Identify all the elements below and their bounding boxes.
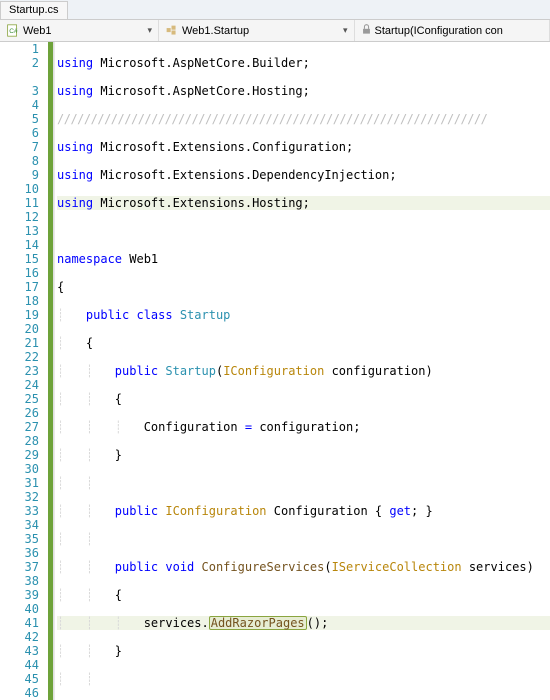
line-number: 12 — [0, 210, 39, 224]
line-number: 46 — [0, 686, 39, 700]
class-selector[interactable]: Web1.Startup ▾ — [159, 20, 355, 41]
code-area[interactable]: using Microsoft.AspNetCore.Builder; usin… — [54, 42, 550, 700]
line-number: 23 — [0, 364, 39, 378]
line-number: 20 — [0, 322, 39, 336]
line-number: 9 — [0, 168, 39, 182]
line-number: 3 — [0, 84, 39, 98]
line-number: 10 — [0, 182, 39, 196]
line-number: 11 — [0, 196, 39, 210]
line-number: 39 — [0, 588, 39, 602]
line-number: 38 — [0, 574, 39, 588]
line-number: 26 — [0, 406, 39, 420]
line-number: 35 — [0, 532, 39, 546]
change-tracking-bar — [48, 42, 53, 700]
project-selector[interactable]: C# Web1 ▾ — [0, 20, 159, 41]
chevron-down-icon: ▾ — [343, 25, 348, 36]
line-number: 34 — [0, 518, 39, 532]
line-number: 6 — [0, 126, 39, 140]
line-number: 29 — [0, 448, 39, 462]
line-number: 43 — [0, 644, 39, 658]
line-number: 5 — [0, 112, 39, 126]
chevron-down-icon: ▾ — [147, 25, 152, 36]
line-number: 8 — [0, 154, 39, 168]
line-number: 19 — [0, 308, 39, 322]
line-number: 24 — [0, 378, 39, 392]
file-tab[interactable]: Startup.cs — [0, 1, 68, 19]
line-number: 13 — [0, 224, 39, 238]
line-number: 21 — [0, 336, 39, 350]
line-number: 30 — [0, 462, 39, 476]
code-editor[interactable]: 1 2 3 4 5 6 7 8 9 10 11 12 13 14 15 16 1… — [0, 42, 550, 700]
line-number: 41 — [0, 616, 39, 630]
line-number: 1 — [0, 42, 39, 56]
line-number: 14 — [0, 238, 39, 252]
project-name: Web1 — [23, 25, 52, 37]
line-number: 44 — [0, 658, 39, 672]
class-icon — [165, 24, 178, 37]
line-number: 2 — [0, 56, 39, 70]
line-number: 42 — [0, 630, 39, 644]
line-number: 31 — [0, 476, 39, 490]
line-number: 36 — [0, 546, 39, 560]
lock-icon — [361, 24, 372, 38]
line-number: 32 — [0, 490, 39, 504]
member-selector[interactable]: Startup(IConfiguration con — [355, 20, 550, 41]
line-number: 33 — [0, 504, 39, 518]
class-name: Web1.Startup — [182, 25, 249, 37]
line-number-gutter: 1 2 3 4 5 6 7 8 9 10 11 12 13 14 15 16 1… — [0, 42, 54, 700]
svg-text:C#: C# — [9, 28, 18, 35]
file-tab-label: Startup.cs — [9, 4, 59, 16]
diff-highlight: AddRazorPages — [209, 616, 307, 630]
line-number: 27 — [0, 420, 39, 434]
line-number: 45 — [0, 672, 39, 686]
line-number: 25 — [0, 392, 39, 406]
navigation-bar: C# Web1 ▾ Web1.Startup ▾ Startup(IConfig… — [0, 20, 550, 42]
line-number: 15 — [0, 252, 39, 266]
line-number: 17 — [0, 280, 39, 294]
member-name: Startup(IConfiguration con — [375, 25, 503, 37]
document-tab-bar: Startup.cs — [0, 0, 550, 20]
line-number: 22 — [0, 350, 39, 364]
line-number: 16 — [0, 266, 39, 280]
line-number: 37 — [0, 560, 39, 574]
line-number: 40 — [0, 602, 39, 616]
line-number — [0, 70, 39, 84]
line-number: 28 — [0, 434, 39, 448]
csharp-project-icon: C# — [6, 24, 19, 37]
line-number: 4 — [0, 98, 39, 112]
line-number: 7 — [0, 140, 39, 154]
line-number: 18 — [0, 294, 39, 308]
